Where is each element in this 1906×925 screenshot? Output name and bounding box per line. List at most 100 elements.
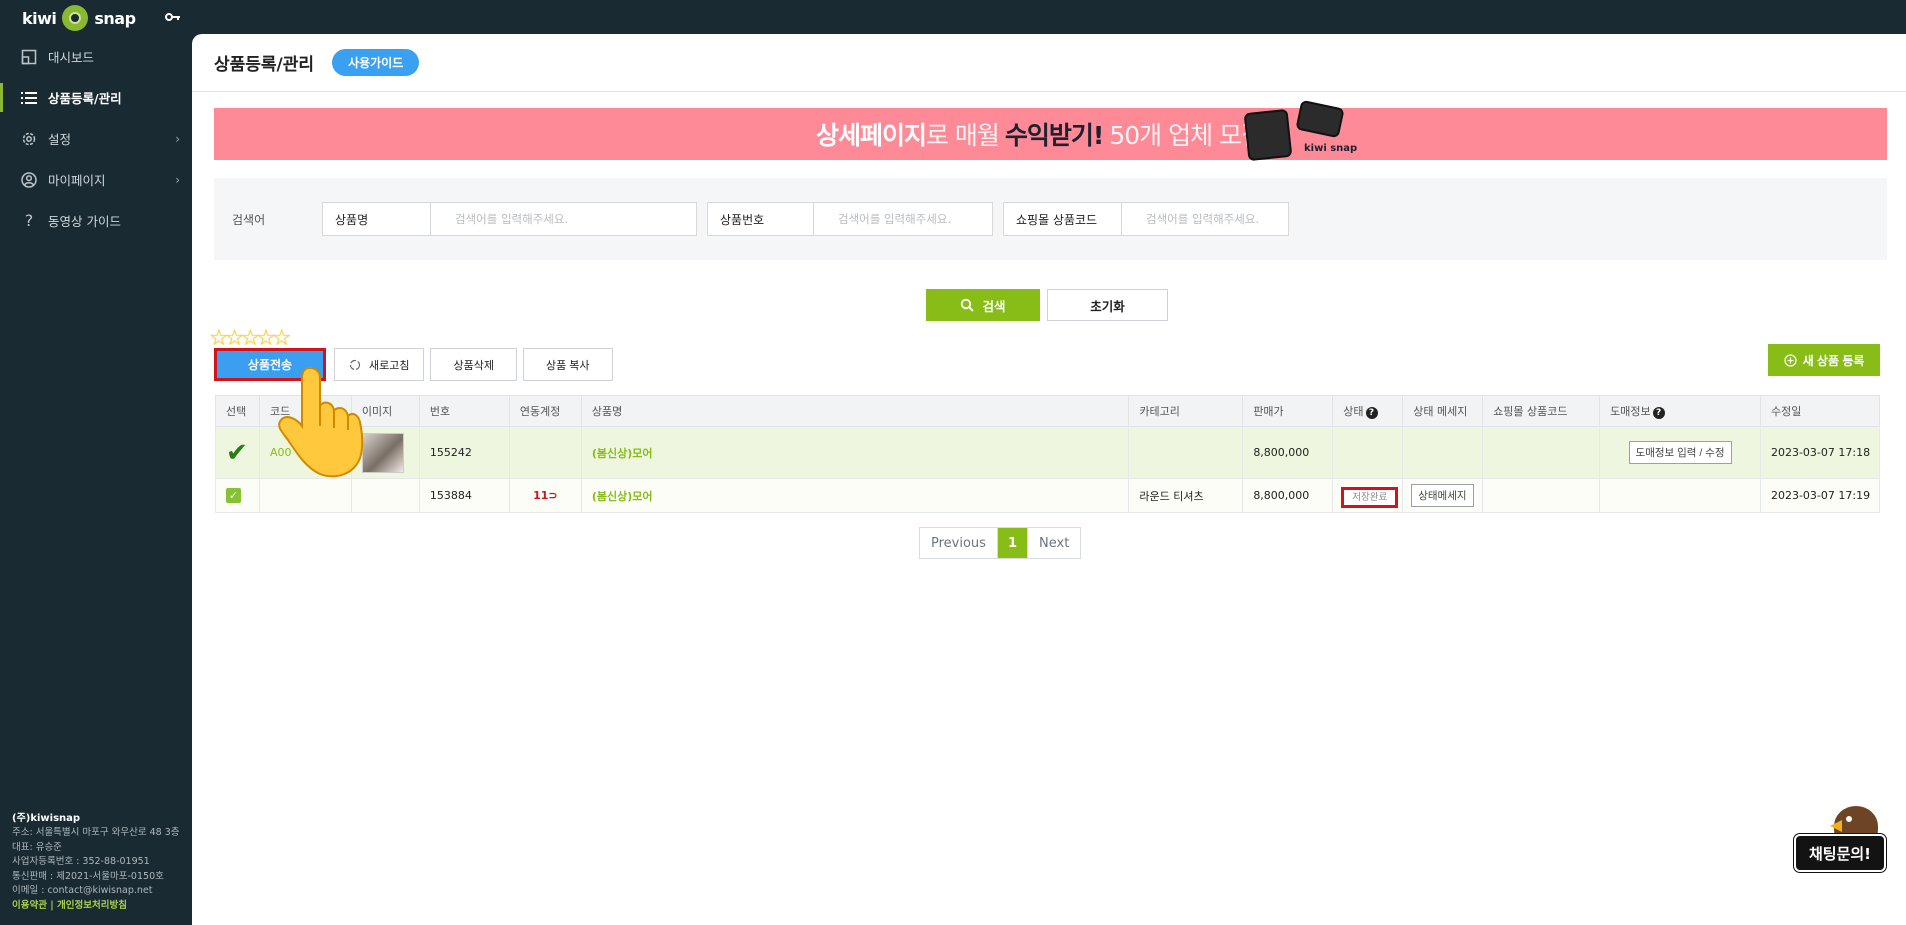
chevron-right-icon: › [175, 131, 180, 146]
row-wholesale: 도매정보 입력 / 수정 [1599, 426, 1761, 479]
pagination-next[interactable]: Next [1028, 528, 1080, 558]
logo[interactable]: kiwi snap [0, 0, 192, 36]
col-number: 번호 [418, 395, 510, 427]
field-label: 상품명 [323, 203, 431, 235]
row-wholesale [1599, 478, 1761, 513]
sidebar-nav: 대시보드 상품등록/관리 설정 › 마이페이지 › ? 동영상 가이드 [0, 36, 192, 241]
checkbox-checked-icon[interactable]: ✓ [226, 488, 241, 503]
row-updated: 2023-03-07 17:19 [1759, 478, 1881, 513]
search-button-label: 검색 [982, 299, 1006, 314]
pagination-page[interactable]: 1 [997, 528, 1028, 558]
plus-circle-icon [1783, 353, 1797, 367]
search-label: 검색어 [232, 212, 266, 227]
sidebar-item-label: 상품등록/관리 [48, 91, 122, 106]
banner-logo: kiwi snap [1304, 143, 1358, 154]
11st-logo-icon: 11⊃ [533, 489, 558, 502]
gear-icon [20, 130, 38, 148]
company-info: (주)kiwisnap 주소: 서울특별시 마포구 와우산로 48 3층 대표:… [12, 812, 180, 914]
product-name-link[interactable]: (봄신상)모어 [592, 447, 653, 460]
row-status-message: 상태메세지 [1402, 478, 1484, 513]
sidebar-item-label: 대시보드 [48, 50, 95, 65]
col-mall-code: 쇼핑몰 상품코드 [1482, 395, 1601, 427]
row-checkbox[interactable]: ✔ [215, 426, 260, 479]
sidebar-item-dashboard[interactable]: 대시보드 [0, 36, 192, 77]
product-number-field: 상품번호 [707, 202, 993, 236]
pointing-hand-icon [278, 366, 364, 478]
row-updated: 2023-03-07 17:18 [1759, 426, 1881, 479]
row-mall-code [1482, 478, 1601, 513]
list-icon [20, 89, 38, 107]
checkmark-icon: ✔ [226, 437, 248, 468]
table-row[interactable]: ✔ A00 155242 (봄신상)모어 8,800,000 도매정보 입력 /… [215, 426, 1881, 479]
col-select: 선택 [215, 395, 260, 427]
status-message-button[interactable]: 상태메세지 [1411, 484, 1474, 507]
product-table: 선택 코드 이미지 번호 연동계정 상품명 카테고리 판매가 상태? 상태 메세… [215, 395, 1881, 513]
company-email: 이메일 : contact@kiwisnap.net [12, 885, 153, 896]
sidebar-item-label: 동영상 가이드 [48, 214, 121, 229]
col-status-label: 상태 [1343, 405, 1364, 418]
col-price: 판매가 [1242, 395, 1334, 427]
sidebar-item-mypage[interactable]: 마이페이지 › [0, 159, 192, 200]
chevron-right-icon: › [175, 172, 180, 187]
col-updated: 수정일 [1759, 395, 1881, 427]
row-account: 11⊃ [508, 478, 582, 513]
kiwi-bird-eye [1846, 816, 1852, 822]
row-price: 8,800,000 [1242, 426, 1334, 479]
refresh-label: 새로고침 [369, 359, 410, 372]
row-category: 라운드 티셔츠 [1128, 478, 1244, 513]
row-category [1128, 426, 1244, 479]
chat-inquiry-button[interactable]: 채팅문의! [1794, 834, 1886, 872]
search-button[interactable]: 검색 [926, 289, 1040, 321]
new-product-label: 새 상품 등록 [1802, 353, 1865, 368]
dashboard-icon [20, 48, 38, 66]
sidebar-item-settings[interactable]: 설정 › [0, 118, 192, 159]
mall-code-input[interactable] [1122, 203, 1288, 235]
wholesale-edit-button[interactable]: 도매정보 입력 / 수정 [1628, 441, 1732, 464]
user-icon [20, 171, 38, 189]
help-icon[interactable]: ? [1365, 407, 1378, 419]
sidebar: kiwi snap 대시보드 상품등록/관리 설정 › 마이페이지 › ? 동영… [0, 0, 192, 925]
chat-widget[interactable]: 채팅문의! [1794, 806, 1886, 872]
row-status [1332, 426, 1404, 479]
delete-products-button[interactable]: 상품삭제 [430, 348, 517, 381]
row-checkbox[interactable]: ✓ [215, 478, 260, 513]
product-name-input[interactable] [431, 203, 695, 235]
row-account [508, 426, 582, 479]
reset-button[interactable]: 초기화 [1047, 289, 1168, 321]
promo-banner[interactable]: 상세페이지 로 매월 수익받기! 50개 업체 모집중 kiwi snap [214, 99, 1887, 162]
usage-guide-button[interactable]: 사용가이드 [332, 49, 420, 76]
sidebar-item-video-guide[interactable]: ? 동영상 가이드 [0, 200, 192, 241]
sidebar-item-label: 마이페이지 [48, 173, 106, 188]
col-status-message: 상태 메세지 [1402, 395, 1484, 427]
policy-links[interactable]: 이용약관 | 개인정보처리방침 [12, 899, 180, 914]
table-row[interactable]: ✓ 153884 11⊃ (봄신상)모어 라운드 티셔츠 8,800,000 저… [215, 478, 1881, 513]
pagination-previous[interactable]: Previous [920, 528, 998, 558]
col-category: 카테고리 [1128, 395, 1244, 427]
search-panel: 검색어 상품명 상품번호 쇼핑몰 상품코드 [214, 178, 1887, 260]
new-product-button[interactable]: 새 상품 등록 [1768, 344, 1880, 376]
field-label: 상품번호 [708, 203, 814, 235]
key-icon[interactable] [165, 10, 181, 26]
row-number: 153884 [418, 478, 510, 513]
product-number-input[interactable] [814, 203, 992, 235]
logo-left-text: kiwi [22, 8, 57, 28]
sidebar-item-products[interactable]: 상품등록/관리 [0, 77, 192, 118]
col-account: 연동계정 [508, 395, 582, 427]
product-name-link[interactable]: (봄신상)모어 [592, 490, 653, 503]
copy-product-button[interactable]: 상품 복사 [522, 348, 613, 381]
main-content: 상품등록/관리 사용가이드 상세페이지 로 매월 수익받기! 50개 업체 모집… [192, 34, 1906, 925]
field-label: 쇼핑몰 상품코드 [1004, 203, 1122, 235]
row-price: 8,800,000 [1242, 478, 1334, 513]
company-biz-no: 사업자등록번호 : 352-88-01951 [12, 856, 150, 867]
company-mail-order: 통신판매 : 제2021-서울마포-0150호 [12, 870, 164, 882]
status-badge: 저장완료 [1341, 486, 1399, 508]
row-product-name: (봄신상)모어 [580, 478, 1130, 513]
col-product-name: 상품명 [580, 395, 1130, 427]
row-mall-code [1482, 426, 1601, 479]
company-ceo: 대표: 유승준 [12, 841, 62, 853]
logo-right-text: snap [94, 8, 136, 28]
row-product-name: (봄신상)모어 [580, 426, 1130, 479]
row-status-message [1402, 426, 1484, 479]
help-icon[interactable]: ? [1652, 407, 1665, 419]
col-status: 상태? [1332, 395, 1404, 427]
